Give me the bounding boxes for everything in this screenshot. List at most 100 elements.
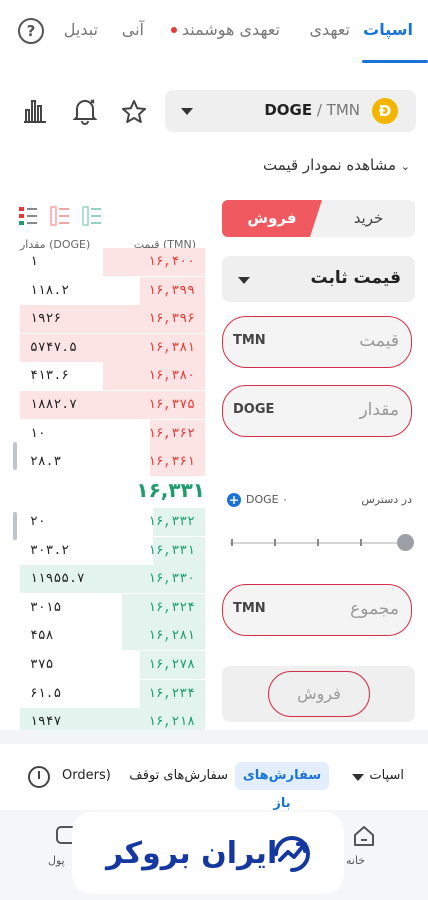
price-unit: TMN [233,333,266,348]
base-symbol: DOGE [264,101,313,119]
ask-row[interactable]: ۱۶,۳۹۶ ۱۹۲۶ [20,305,205,334]
ask-row[interactable]: ۱۶,۴۰۰ ۱ [20,248,205,276]
show-price-chart-toggle[interactable]: مشاهده نمودار قیمت ⌄ [263,156,410,174]
bid-row[interactable]: ۱۶,۲۷۸ ۳۷۵ [20,651,205,679]
bid-row[interactable]: ۱۶,۲۳۴ ۶۱.۵ [20,679,205,708]
ask-price: ۱۶,۳۹۹ [148,282,195,298]
chart-toggle-label: مشاهده نمودار قیمت [263,156,396,174]
tab-convert[interactable]: تبدیل [64,20,98,39]
bid-price: ۱۶,۲۳۴ [148,685,195,701]
ask-row[interactable]: ۱۶,۳۸۱ ۵۷۴۷.۵ [20,333,205,362]
bids-scroll-indicator[interactable] [13,512,17,540]
tab-instant[interactable]: آنی [122,20,144,39]
notification-dot [171,27,177,33]
brand-logo-icon [270,832,314,876]
bid-price: ۱۶,۳۳۱ [148,542,195,558]
ask-amount: ۱۹۲۶ [30,311,62,327]
price-field[interactable]: قیمت TMN [222,316,412,368]
top-tabs: اسپات تعهدی تعهدی هوشمند آنی تبدیل ? [0,0,428,64]
bid-row[interactable]: ۱۶,۳۳۲ ۲۰ [20,508,205,536]
ask-amount: ۱۸۸۲.۷ [30,397,77,412]
chevron-down-icon [181,108,193,115]
bid-amount: ۳۰۳.۲ [30,542,70,558]
market-selector[interactable]: Ð DOGE / TMN [165,90,416,132]
total-field[interactable]: مجموع TMN [222,584,412,636]
amount-unit: DOGE [233,402,275,417]
slider-tick [231,539,233,546]
bid-price: ۱۶,۳۲۴ [148,599,195,615]
ask-price: ۱۶,۳۹۶ [148,311,195,327]
tab-margin[interactable]: تعهدی [310,20,350,39]
bid-amount: ۳۷۵ [30,657,54,672]
ask-row[interactable]: ۱۶,۳۹۹ ۱۱۸.۲ [20,276,205,305]
slider-handle[interactable] [397,534,414,551]
bid-amount: ۴۵۸ [30,628,54,644]
bid-price: ۱۶,۲۱۸ [148,714,195,730]
nav-home-label[interactable]: خانه [346,854,365,867]
ask-row[interactable]: ۱۶,۳۶۲ ۱۰ [20,419,205,448]
bid-price: ۱۶,۳۳۰ [148,571,195,587]
ask-row[interactable]: ۱۶,۳۶۱ ۲۸.۳ [20,448,205,477]
ask-price: ۱۶,۳۷۵ [148,397,195,412]
help-icon[interactable]: ? [18,18,44,44]
order-type-select[interactable]: قیمت ثابت [222,256,415,302]
tab-smart-margin[interactable]: تعهدی هوشمند [182,20,280,39]
nav-wallet-label[interactable]: پول [48,854,65,867]
tab-spot[interactable]: اسپات [363,20,413,39]
price-alert-bell-icon[interactable] [72,97,98,129]
ask-amount: ۱۰ [30,425,46,441]
market-pair: DOGE / TMN [264,101,360,119]
ask-price: ۱۶,۳۶۲ [148,425,195,441]
bid-amount: ۱۹۴۷ [30,714,62,730]
ask-price: ۱۶,۳۸۰ [148,368,195,384]
buy-side-button[interactable]: خرید [322,200,415,237]
sell-side-button[interactable]: فروش [222,200,322,237]
market-filter[interactable]: اسپات [369,768,404,783]
orders-bar: اسپات سفارش‌های باز سفارش‌های توقف Order… [0,744,428,811]
bid-row[interactable]: ۱۶,۳۲۴ ۳۰۱۵ [20,593,205,622]
order-type-label: قیمت ثابت [310,268,401,288]
ask-price: ۱۶,۳۸۱ [148,339,195,355]
ask-amount: ۱ [30,254,38,269]
buy-sell-toggle: فروش خرید [222,200,415,237]
ask-row[interactable]: ۱۶,۳۷۵ ۱۸۸۲.۷ [20,391,205,419]
orders-overflow-tab[interactable]: Orders) [62,768,111,783]
slider-tick [274,539,276,546]
section-divider [0,730,428,744]
bid-row[interactable]: ۱۶,۲۸۱ ۴۵۸ [20,622,205,651]
home-icon[interactable] [352,824,376,852]
ask-price: ۱۶,۴۰۰ [148,254,195,269]
ask-amount: ۱۱۸.۲ [30,282,70,298]
bid-row[interactable]: ۱۶,۳۳۰ ۱۱۹۵۵.۷ [20,565,205,594]
ask-amount: ۴۱۳.۶ [30,368,70,384]
quote-symbol: TMN [326,101,360,119]
deposit-plus-button[interactable]: + [227,493,241,507]
orderbook-view-switcher [18,205,108,227]
asks-scroll-indicator[interactable] [13,442,17,470]
open-orders-tab[interactable]: سفارش‌های باز [235,762,329,811]
market-filter-label: اسپات [369,768,404,783]
ask-row[interactable]: ۱۶,۳۸۰ ۴۱۳.۶ [20,362,205,391]
price-placeholder: قیمت [359,331,399,351]
pair-separator: / [312,101,327,119]
available-label: در دسترس [361,493,412,506]
available-balance: DOGE ۰ [246,493,289,506]
stop-orders-tab[interactable]: سفارش‌های توقف [129,768,228,783]
bid-price: ۱۶,۳۳۲ [148,514,195,529]
last-price: ۱۶,۳۳۱ [136,478,205,502]
bid-amount: ۳۰۱۵ [30,599,62,615]
bid-row[interactable]: ۱۶,۳۳۱ ۳۰۳.۲ [20,536,205,565]
brand-logo-text: ایران بروکر [106,836,278,871]
bid-amount: ۶۱.۵ [30,685,62,701]
bid-amount: ۲۰ [30,514,46,529]
submit-sell-button[interactable]: فروش [268,671,370,717]
bid-amount: ۱۱۹۵۵.۷ [30,571,85,587]
favorite-star-icon[interactable] [120,98,148,130]
amount-field[interactable]: مقدار DOGE [222,385,412,437]
total-placeholder: مجموع [350,599,399,619]
bid-price: ۱۶,۲۸۱ [148,628,195,644]
depth-chart-icon[interactable] [22,98,48,128]
submit-label: فروش [297,684,341,703]
history-icon[interactable] [28,766,50,788]
bid-price: ۱۶,۲۷۸ [148,657,195,672]
